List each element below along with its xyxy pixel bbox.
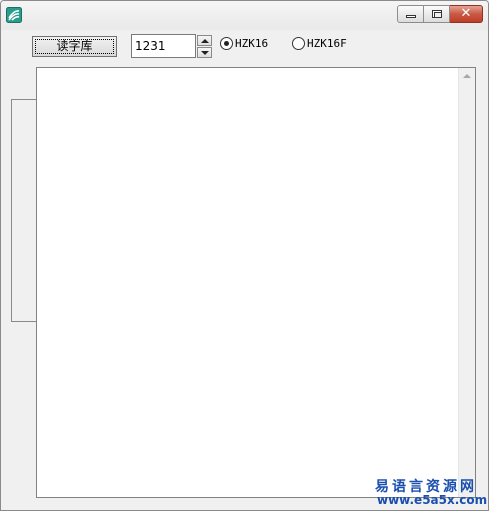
radio-hzk16-label: HZK16 xyxy=(235,36,269,50)
radio-hzk16f-label: HZK16F xyxy=(307,36,347,50)
close-icon: ✕ xyxy=(460,6,472,21)
minimize-icon xyxy=(406,15,416,18)
spin-down-icon xyxy=(201,51,209,55)
radio-hzk16-selected-dot xyxy=(224,40,229,46)
radio-hzk16[interactable]: HZK16 xyxy=(220,36,268,50)
spin-up-button[interactable] xyxy=(197,35,212,46)
close-button[interactable]: ✕ xyxy=(450,5,483,23)
spin-up-icon xyxy=(201,39,209,43)
maximize-button[interactable] xyxy=(424,5,450,23)
main-window: ✕ 读字库 1231 HZK16 HZK16F 易语言资源网 www.e5a5x… xyxy=(0,0,489,511)
app-icon xyxy=(6,7,22,23)
glyph-display-area[interactable] xyxy=(36,67,476,498)
title-bar[interactable]: ✕ xyxy=(1,1,488,30)
spin-down-button[interactable] xyxy=(197,47,212,58)
read-font-library-button[interactable]: 读字库 xyxy=(32,36,117,57)
radio-hzk16f[interactable]: HZK16F xyxy=(292,36,347,50)
watermark-url: www.e5a5x.com xyxy=(377,493,488,507)
window-buttons: ✕ xyxy=(397,5,483,24)
number-spinner xyxy=(197,35,212,58)
number-input[interactable]: 1231 xyxy=(131,34,196,58)
minimize-button[interactable] xyxy=(397,5,424,23)
vertical-scrollbar[interactable] xyxy=(458,68,475,497)
radio-hzk16-circle[interactable] xyxy=(220,36,233,50)
side-panel-frame xyxy=(11,99,38,322)
scroll-up-arrow-icon[interactable] xyxy=(463,74,471,78)
radio-hzk16f-circle[interactable] xyxy=(292,36,305,50)
maximize-icon xyxy=(432,10,442,18)
